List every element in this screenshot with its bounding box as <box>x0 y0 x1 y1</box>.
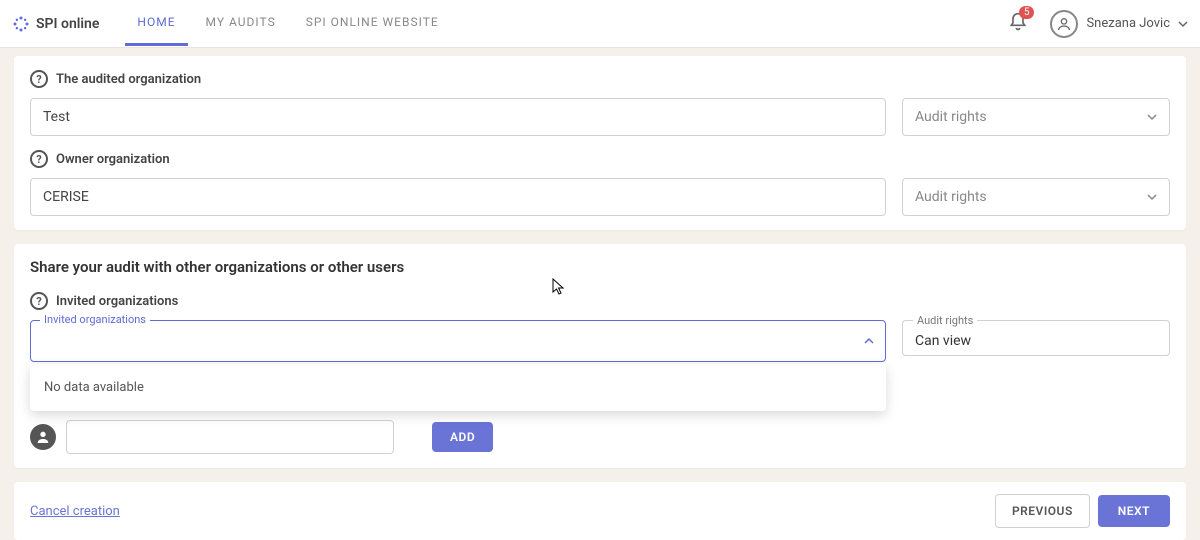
avatar-icon <box>1050 10 1078 38</box>
invited-org-combo[interactable]: Invited organizations No data available <box>30 320 886 362</box>
owner-org-input[interactable] <box>30 178 886 216</box>
audited-rights-placeholder: Audit rights <box>915 109 987 125</box>
share-rights-select[interactable]: Audit rights Can view <box>902 320 1170 356</box>
help-icon[interactable]: ? <box>30 150 48 168</box>
brand-text: SPI online <box>36 16 99 32</box>
footer-card: Cancel creation PREVIOUS NEXT <box>14 482 1186 540</box>
chevron-down-icon <box>1147 192 1157 202</box>
chevron-down-icon <box>1178 19 1188 29</box>
nav-home[interactable]: HOME <box>125 1 187 46</box>
chevron-down-icon <box>1147 112 1157 122</box>
owner-org-label: Owner organization <box>56 152 170 167</box>
user-name: Snezana Jovic <box>1086 16 1170 31</box>
person-icon <box>30 424 56 450</box>
share-title: Share your audit with other organization… <box>30 258 1170 276</box>
help-icon[interactable]: ? <box>30 292 48 310</box>
notification-badge: 5 <box>1019 6 1035 19</box>
top-nav: SPI online HOME MY AUDITS SPI ONLINE WEB… <box>0 0 1200 48</box>
owner-org-label-row: ? Owner organization <box>30 150 1170 168</box>
owner-rights-select[interactable]: Audit rights <box>902 178 1170 216</box>
audited-rights-select[interactable]: Audit rights <box>902 98 1170 136</box>
cancel-creation-link[interactable]: Cancel creation <box>30 504 120 519</box>
nav-links: HOME MY AUDITS SPI ONLINE WEBSITE <box>125 1 450 46</box>
next-button[interactable]: NEXT <box>1098 495 1170 527</box>
audited-org-label-row: ? The audited organization <box>30 70 1170 88</box>
invited-org-input[interactable] <box>30 320 886 362</box>
combo-floating-label: Invited organizations <box>40 313 150 326</box>
organization-card: ? The audited organization Audit rights … <box>14 56 1186 230</box>
audited-org-label: The audited organization <box>56 72 201 87</box>
owner-rights-placeholder: Audit rights <box>915 189 987 205</box>
notifications-button[interactable]: 5 <box>1008 12 1028 36</box>
invited-org-label: Invited organizations <box>56 294 178 309</box>
help-icon[interactable]: ? <box>30 70 48 88</box>
nav-spi-website[interactable]: SPI ONLINE WEBSITE <box>294 1 451 46</box>
share-card: Share your audit with other organization… <box>14 244 1186 468</box>
add-button[interactable]: ADD <box>432 422 493 452</box>
invited-org-label-row: ? Invited organizations <box>30 292 1170 310</box>
dropdown-empty-text: No data available <box>44 380 872 395</box>
brand-icon <box>12 15 30 33</box>
chevron-up-icon <box>864 336 874 346</box>
invited-org-dropdown[interactable]: No data available <box>30 364 886 411</box>
brand-logo[interactable]: SPI online <box>12 15 99 33</box>
audited-org-input[interactable] <box>30 98 886 136</box>
invited-user-input[interactable] <box>66 420 394 454</box>
previous-button[interactable]: PREVIOUS <box>995 494 1090 528</box>
nav-my-audits[interactable]: MY AUDITS <box>194 1 288 46</box>
share-rights-label: Audit rights <box>913 314 977 327</box>
share-rights-value: Can view <box>915 333 971 349</box>
user-menu[interactable]: Snezana Jovic <box>1050 10 1188 38</box>
invited-user-row: ADD <box>30 420 1170 454</box>
